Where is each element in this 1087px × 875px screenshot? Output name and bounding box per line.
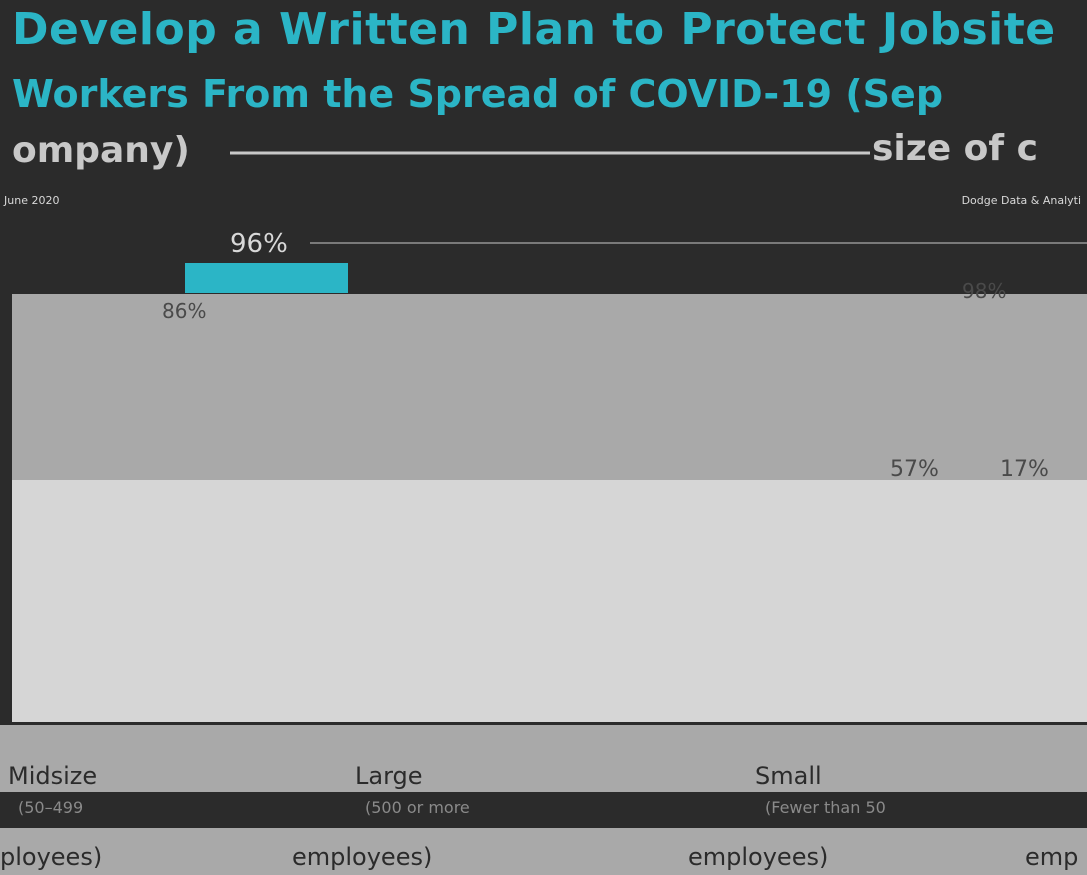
data-label: 57%: [890, 457, 939, 482]
data-label: 17%: [1000, 457, 1049, 482]
data-label: 96%: [230, 229, 288, 259]
category-unit: employees): [292, 843, 433, 871]
chart-svg: 96% 86% 98% 57% 17%: [12, 151, 1087, 482]
category-label: Small: [755, 762, 822, 790]
category-label: Midsize: [8, 762, 98, 790]
category-label: Large: [355, 762, 423, 790]
category-detail: (Fewer than 50: [765, 798, 886, 817]
category-detail: (50–499: [18, 798, 84, 817]
category-detail: (500 or more: [365, 798, 470, 817]
category-unit: emp: [1025, 843, 1079, 871]
bar-midsize: [185, 263, 348, 293]
category-unit: employees): [688, 843, 829, 871]
data-label: 86%: [162, 299, 206, 323]
data-label: 98%: [962, 279, 1006, 303]
category-unit: ployees): [0, 843, 103, 871]
chart-page: Develop a Written Plan to Protect Jobsit…: [0, 0, 1087, 875]
